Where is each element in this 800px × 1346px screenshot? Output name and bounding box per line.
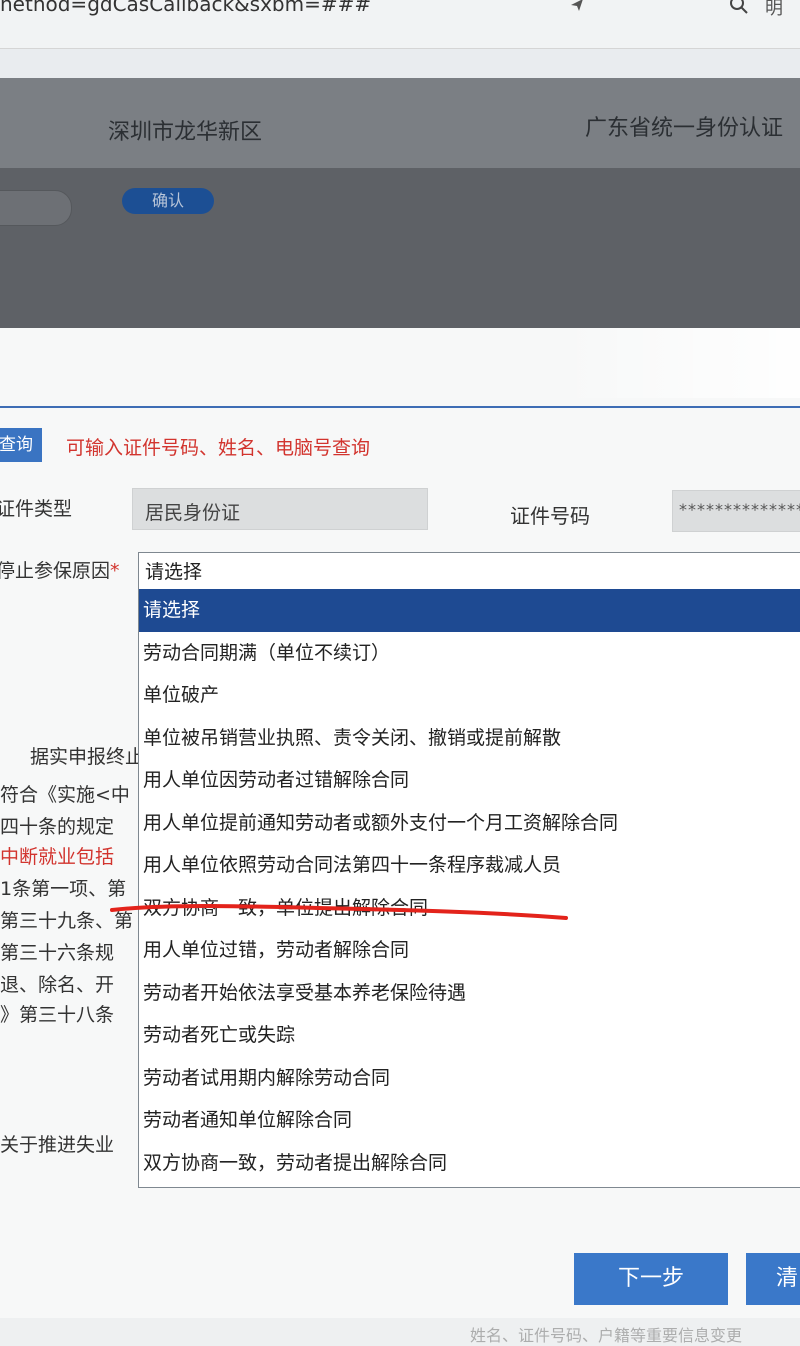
note-line: 》第三十八条 bbox=[0, 1004, 115, 1026]
main-panel: 查询 可输入证件号码、姓名、电脑号查询 证件类型 居民身份证 证件号码 ****… bbox=[0, 328, 800, 1346]
url-text[interactable]: nethod=gdCasCallback&sxbm=### bbox=[0, 0, 371, 16]
query-button[interactable]: 查询 bbox=[0, 428, 42, 462]
select-option[interactable]: 用人单位依照劳动合同法第四十一条程序裁减人员 bbox=[139, 844, 800, 887]
note-line: 第三十六条规 bbox=[0, 942, 115, 964]
user-menu[interactable]: 明 bbox=[765, 0, 783, 20]
share-icon[interactable] bbox=[568, 0, 586, 14]
id-number-label: 证件号码 bbox=[510, 504, 590, 528]
note-line: 1条第一项、第 bbox=[0, 878, 127, 900]
footer-strip: 姓名、证件号码、户籍等重要信息变更 bbox=[0, 1318, 800, 1346]
select-option[interactable]: 劳动者试用期内解除劳动合同 bbox=[139, 1057, 800, 1100]
footer-text: 姓名、证件号码、户籍等重要信息变更 bbox=[470, 1326, 743, 1345]
select-option[interactable]: 劳动者死亡或失踪 bbox=[139, 1014, 800, 1057]
select-option[interactable]: 用人单位因劳动者过错解除合同 bbox=[139, 759, 800, 802]
select-option[interactable]: 劳动合同期满（单位不续订） bbox=[139, 632, 800, 675]
select-option[interactable]: 劳动者开始依法享受基本养老保险待遇 bbox=[139, 972, 800, 1015]
stop-reason-label: 停止参保原因* bbox=[0, 556, 120, 583]
select-option[interactable]: 用人单位过错，劳动者解除合同 bbox=[139, 929, 800, 972]
header-band: 确认 bbox=[0, 168, 800, 328]
page-header: 深圳市龙华新区 广东省统一身份认证 bbox=[0, 78, 800, 168]
login-input[interactable] bbox=[0, 190, 72, 226]
panel-divider bbox=[0, 406, 800, 408]
select-option[interactable]: 单位被吊销营业执照、责令关闭、撤销或提前解散 bbox=[139, 717, 800, 760]
district-title: 深圳市龙华新区 bbox=[108, 120, 263, 145]
query-hint: 可输入证件号码、姓名、电脑号查询 bbox=[66, 437, 371, 459]
select-option[interactable]: 劳动者通知单位解除合同 bbox=[139, 1099, 800, 1142]
note-line: 中断就业包括 bbox=[0, 846, 115, 868]
select-option[interactable]: 双方协商一致，劳动者提出解除合同 bbox=[139, 1142, 800, 1185]
select-options-list: 请选择 劳动合同期满（单位不续订） 单位破产 单位被吊销营业执照、责令关闭、撤销… bbox=[139, 589, 800, 1184]
stop-reason-select[interactable]: 请选择 请选择 劳动合同期满（单位不续订） 单位破产 单位被吊销营业执照、责令关… bbox=[138, 552, 800, 1188]
note-line: 第三十九条、第 bbox=[0, 910, 134, 932]
screen-glare bbox=[560, 328, 800, 398]
id-type-label: 证件类型 bbox=[0, 498, 73, 520]
note-line: 退、除名、开 bbox=[0, 974, 115, 996]
note-line: 关于推进失业 bbox=[0, 1134, 115, 1156]
id-number-field[interactable]: **************** bbox=[672, 490, 800, 532]
note-line: 据实申报终止 bbox=[30, 746, 145, 768]
select-option[interactable]: 双方协商一致，单位提出解除合同 bbox=[139, 887, 800, 930]
select-option[interactable]: 单位破产 bbox=[139, 674, 800, 717]
select-option[interactable]: 请选择 bbox=[139, 589, 800, 632]
id-type-value: 居民身份证 bbox=[145, 502, 241, 524]
select-option[interactable]: 用人单位提前通知劳动者或额外支付一个月工资解除合同 bbox=[139, 802, 800, 845]
clear-button[interactable]: 清 bbox=[746, 1253, 800, 1305]
next-step-button[interactable]: 下一步 bbox=[574, 1253, 728, 1305]
auth-title: 广东省统一身份认证 bbox=[585, 116, 784, 141]
select-current-value[interactable]: 请选择 bbox=[145, 557, 202, 584]
browser-address-bar[interactable]: nethod=gdCasCallback&sxbm=### 明 bbox=[0, 0, 800, 49]
required-mark: * bbox=[110, 560, 120, 582]
id-type-field[interactable]: 居民身份证 bbox=[132, 488, 428, 530]
search-icon[interactable] bbox=[728, 0, 750, 16]
note-line: 四十条的规定 bbox=[0, 816, 115, 838]
note-line: 符合《实施<中 bbox=[0, 784, 130, 806]
stop-reason-label-text: 停止参保原因 bbox=[0, 560, 111, 582]
id-number-value: **************** bbox=[679, 500, 800, 519]
confirm-button[interactable]: 确认 bbox=[122, 188, 214, 214]
